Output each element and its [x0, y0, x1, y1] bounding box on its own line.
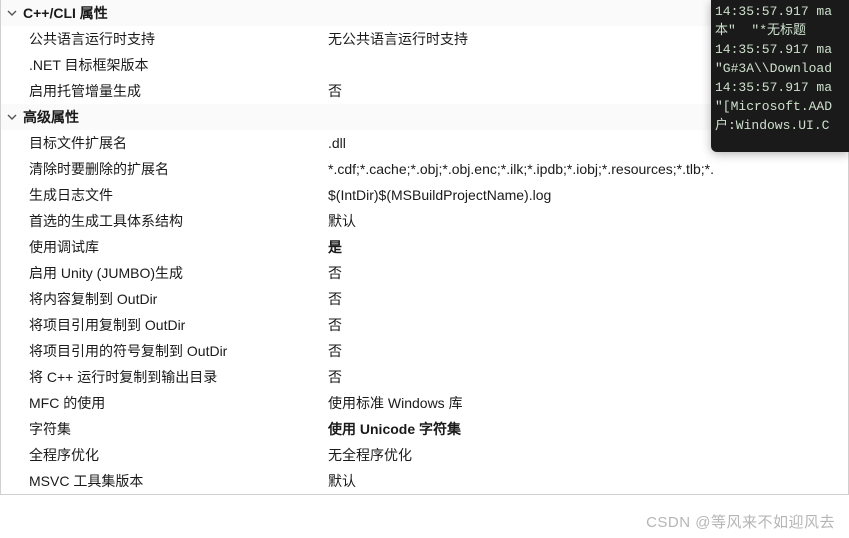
group-title: 高级属性: [23, 106, 79, 128]
property-row[interactable]: MSVC 工具集版本默认: [1, 468, 848, 494]
property-row[interactable]: 全程序优化无全程序优化: [1, 442, 848, 468]
console-line: 14:35:57.917 ma: [715, 78, 845, 97]
property-value[interactable]: 否: [326, 287, 848, 311]
property-label: MFC 的使用: [1, 391, 326, 415]
property-label: 将项目引用的符号复制到 OutDir: [1, 339, 326, 363]
property-label: .NET 目标框架版本: [1, 53, 326, 77]
property-row[interactable]: 生成日志文件$(IntDir)$(MSBuildProjectName).log: [1, 182, 848, 208]
property-row[interactable]: 使用调试库是: [1, 234, 848, 260]
property-value[interactable]: 使用 Unicode 字符集: [326, 417, 848, 441]
property-row[interactable]: 将 C++ 运行时复制到输出目录否: [1, 364, 848, 390]
property-label: 启用 Unity (JUMBO)生成: [1, 261, 326, 285]
property-row[interactable]: 首选的生成工具体系结构默认: [1, 208, 848, 234]
property-label: 将 C++ 运行时复制到输出目录: [1, 365, 326, 389]
property-row[interactable]: 清除时要删除的扩展名*.cdf;*.cache;*.obj;*.obj.enc;…: [1, 156, 848, 182]
property-label: 将内容复制到 OutDir: [1, 287, 326, 311]
property-value[interactable]: 否: [326, 365, 848, 389]
property-value[interactable]: 是: [326, 235, 848, 259]
property-label: 将项目引用复制到 OutDir: [1, 313, 326, 337]
console-line: "[Microsoft.AAD: [715, 97, 845, 116]
console-line: 14:35:57.917 ma: [715, 2, 845, 21]
console-line: 14:35:57.917 ma: [715, 40, 845, 59]
group-title: C++/CLI 属性: [23, 2, 108, 24]
chevron-down-icon[interactable]: [5, 110, 19, 124]
property-label: 首选的生成工具体系结构: [1, 209, 326, 233]
console-line: 户:Windows.UI.C: [715, 116, 845, 135]
property-label: 使用调试库: [1, 235, 326, 259]
property-row[interactable]: 将项目引用复制到 OutDir否: [1, 312, 848, 338]
chevron-down-icon[interactable]: [5, 6, 19, 20]
property-value[interactable]: 使用标准 Windows 库: [326, 391, 848, 415]
property-value[interactable]: 否: [326, 261, 848, 285]
property-value[interactable]: 默认: [326, 469, 848, 493]
property-value[interactable]: 否: [326, 339, 848, 363]
watermark-text: CSDN @等风来不如迎风去: [646, 511, 835, 532]
property-row[interactable]: 启用 Unity (JUMBO)生成否: [1, 260, 848, 286]
property-row[interactable]: 将内容复制到 OutDir否: [1, 286, 848, 312]
property-value[interactable]: 否: [326, 313, 848, 337]
property-label: 清除时要删除的扩展名: [1, 157, 326, 181]
property-value[interactable]: 无全程序优化: [326, 443, 848, 467]
property-label: 全程序优化: [1, 443, 326, 467]
property-row[interactable]: 字符集使用 Unicode 字符集: [1, 416, 848, 442]
property-value[interactable]: $(IntDir)$(MSBuildProjectName).log: [326, 183, 848, 207]
property-value[interactable]: 默认: [326, 209, 848, 233]
console-line: "G#3A\\Download: [715, 59, 845, 78]
property-row[interactable]: MFC 的使用使用标准 Windows 库: [1, 390, 848, 416]
property-row[interactable]: 将项目引用的符号复制到 OutDir否: [1, 338, 848, 364]
property-label: MSVC 工具集版本: [1, 469, 326, 493]
console-line: 本" "*无标题: [715, 21, 845, 40]
property-label: 生成日志文件: [1, 183, 326, 207]
property-label: 启用托管增量生成: [1, 79, 326, 103]
property-value[interactable]: *.cdf;*.cache;*.obj;*.obj.enc;*.ilk;*.ip…: [326, 157, 848, 181]
property-label: 目标文件扩展名: [1, 131, 326, 155]
property-label: 字符集: [1, 417, 326, 441]
console-overlay: 14:35:57.917 ma本" "*无标题14:35:57.917 ma"G…: [711, 0, 849, 152]
property-label: 公共语言运行时支持: [1, 27, 326, 51]
